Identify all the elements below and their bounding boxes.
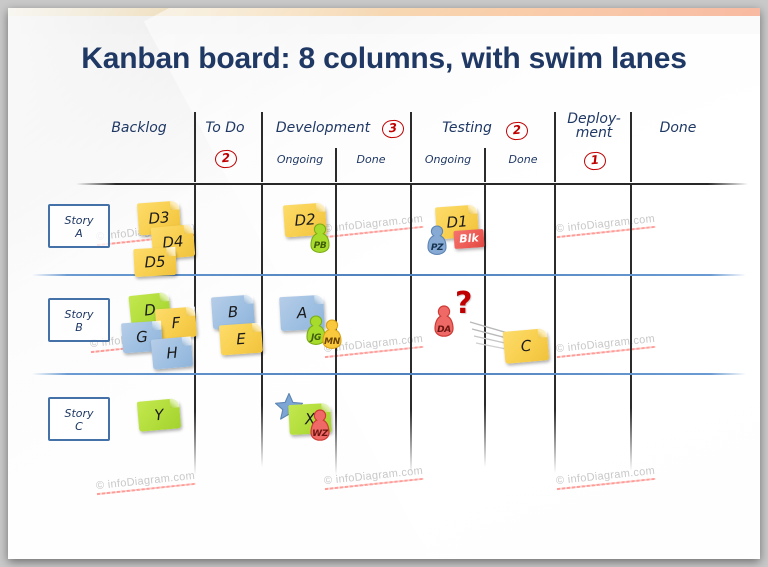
- note-fold-icon: [166, 246, 176, 257]
- note-fold-icon: [251, 322, 262, 333]
- column-header-deployment: Deploy- ment: [556, 112, 632, 140]
- avatar-wz[interactable]: WZ: [308, 408, 332, 442]
- column-header-testing: Testing: [442, 120, 492, 136]
- note-fold-icon: [169, 398, 180, 408]
- swimlane-a-line1: Story: [64, 214, 94, 227]
- avatar-mn[interactable]: MN: [320, 318, 344, 350]
- divider-testing-top: [410, 112, 412, 182]
- divider-deployment-top: [554, 112, 556, 182]
- divider-test-sub-top: [484, 148, 486, 182]
- column-header-deployment-line2: ment: [575, 125, 613, 141]
- divider-development-top: [261, 112, 263, 182]
- subcolumn-header-test-ongoing: Ongoing: [424, 153, 472, 166]
- divider-dev-sub-top: [335, 148, 337, 182]
- divider-done-top: [630, 112, 632, 182]
- swimlane-b-line1: Story: [64, 308, 94, 321]
- note-fold-icon: [243, 294, 254, 305]
- wip-limit-development: 3: [381, 119, 405, 139]
- note-fold-icon: [315, 202, 326, 213]
- avatar-initials: WZ: [312, 429, 328, 439]
- column-divider-development: [261, 185, 263, 467]
- note-fold-icon: [185, 306, 196, 317]
- header-rule: [76, 183, 748, 185]
- slide: Kanban board: 8 columns, with swim lanes…: [8, 8, 760, 559]
- card-e[interactable]: E: [219, 322, 263, 356]
- swimlane-label-story-a: Story A: [48, 204, 110, 248]
- page-title: Kanban board: 8 columns, with swim lanes: [81, 42, 687, 75]
- column-divider-done: [630, 185, 632, 471]
- subcolumn-header-dev-done: Done: [356, 153, 386, 166]
- note-fold-icon: [169, 200, 180, 211]
- avatar-initials: PZ: [430, 243, 444, 253]
- swimlane-a-line2: A: [75, 227, 83, 240]
- column-header-deployment-line1: Deploy-: [567, 111, 621, 127]
- note-fold-icon: [467, 204, 478, 215]
- column-header-todo: To Do: [205, 120, 245, 136]
- question-mark-icon: ?: [455, 286, 473, 321]
- avatar-initials: DA: [437, 325, 451, 335]
- swimlane-b-line2: B: [75, 321, 83, 334]
- wip-limit-testing: 2: [505, 121, 529, 141]
- blocked-tag[interactable]: Blk: [453, 228, 485, 250]
- note-fold-icon: [537, 328, 548, 338]
- card-h[interactable]: H: [150, 336, 194, 370]
- subcolumn-header-dev-ongoing: Ongoing: [276, 153, 324, 166]
- swimlane-divider-b-c: [32, 373, 746, 375]
- swimlane-label-story-c: Story C: [48, 397, 110, 441]
- avatar-initials: PB: [313, 241, 327, 251]
- column-header-development: Development: [275, 120, 371, 136]
- wip-limit-todo: 2: [214, 149, 238, 169]
- swimlane-c-line1: Story: [64, 407, 94, 420]
- column-header-backlog: Backlog: [111, 120, 167, 136]
- column-header-done: Done: [659, 120, 697, 136]
- avatar-initials: MN: [324, 337, 340, 347]
- note-fold-icon: [183, 224, 194, 234]
- card-y[interactable]: Y: [136, 398, 182, 432]
- note-fold-icon: [159, 291, 170, 302]
- avatar-pz[interactable]: PZ: [425, 224, 449, 256]
- wip-limit-deployment: 1: [583, 151, 607, 171]
- divider-todo-top: [194, 112, 196, 182]
- avatar-da[interactable]: DA: [432, 304, 456, 338]
- card-d5[interactable]: D5: [133, 246, 177, 278]
- card-c[interactable]: C: [502, 328, 550, 364]
- note-fold-icon: [314, 294, 324, 305]
- column-divider-testing: [410, 185, 412, 473]
- swimlane-c-line2: C: [75, 420, 83, 433]
- kanban-board: Backlog To Do 2 Development 3 Ongoing Do…: [8, 8, 760, 559]
- subcolumn-header-test-done: Done: [508, 153, 538, 166]
- note-fold-icon: [151, 320, 162, 331]
- swimlane-label-story-b: Story B: [48, 298, 110, 342]
- avatar-pb[interactable]: PB: [308, 222, 332, 254]
- note-fold-icon: [181, 336, 192, 347]
- column-divider-deployment: [554, 185, 556, 473]
